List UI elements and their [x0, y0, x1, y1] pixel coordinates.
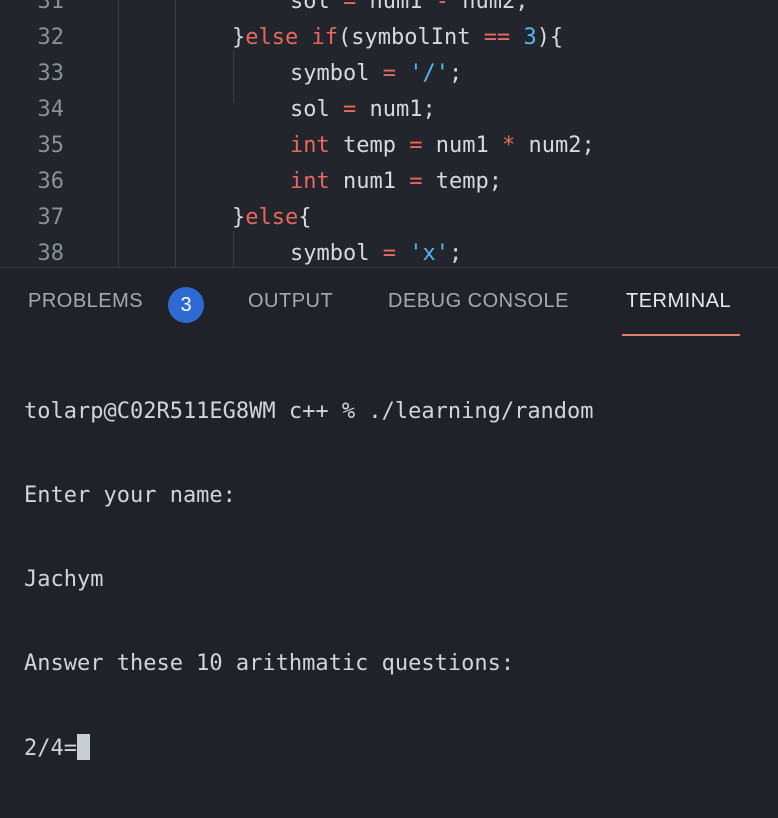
code-token: sol — [290, 97, 343, 122]
terminal-line: Answer these 10 arithmatic questions: — [24, 651, 515, 676]
code-token: num1 — [329, 169, 410, 194]
code-token: == — [483, 25, 511, 50]
code-token: } — [232, 25, 246, 50]
code-text: }else{ — [232, 200, 311, 236]
code-token: sol — [290, 0, 330, 14]
code-token: = — [382, 61, 396, 86]
tab-terminal[interactable]: TERMINAL — [626, 290, 731, 313]
terminal-input-text: 2/4= — [24, 736, 77, 761]
terminal-line: Enter your name: — [24, 483, 236, 508]
terminal-line: tolarp@C02R511EG8WM c++ % ./learning/ran… — [24, 399, 594, 424]
code-token: if — [311, 25, 338, 50]
code-token: 3 — [523, 25, 537, 50]
code-line[interactable]: 38 symbol = 'x'; — [0, 236, 778, 267]
code-text: int temp = num1 * num2; — [290, 128, 595, 164]
code-token: = — [409, 169, 423, 194]
code-token: ; — [448, 241, 463, 266]
code-line[interactable]: 34 sol = num1; — [0, 92, 778, 128]
terminal-output[interactable]: tolarp@C02R511EG8WM c++ % ./learning/ran… — [24, 342, 764, 818]
code-token: num2; — [515, 133, 595, 158]
code-token: num2; — [448, 0, 529, 14]
terminal-line: Jachym — [24, 567, 104, 592]
line-number: 37 — [37, 205, 65, 230]
code-token: int — [290, 169, 330, 194]
code-token: * — [501, 133, 516, 158]
code-token: symbol — [290, 241, 383, 266]
line-number: 36 — [37, 169, 65, 194]
code-token: symbol — [290, 61, 383, 86]
code-token: } — [232, 205, 246, 230]
code-token: = — [343, 0, 357, 14]
bottom-panel: PROBLEMS 3 OUTPUT DEBUG CONSOLE TERMINAL… — [0, 267, 778, 761]
code-text: }else if(symbolInt == 3){ — [232, 20, 563, 56]
line-number: 38 — [37, 241, 65, 266]
code-token: int — [290, 133, 330, 158]
code-token: ; — [448, 61, 463, 86]
code-text: int num1 = temp; — [290, 164, 502, 200]
tab-problems[interactable]: PROBLEMS — [28, 290, 143, 313]
code-token: - — [435, 0, 449, 14]
code-editor[interactable]: 31 sol = num1 - num2; 32}else if(symbolInt… — [0, 0, 778, 267]
code-token: (symbolInt — [337, 25, 484, 50]
line-number: 31 — [37, 0, 65, 14]
tab-output[interactable]: OUTPUT — [248, 290, 333, 313]
code-line[interactable]: 37}else{ — [0, 200, 778, 236]
code-line[interactable]: 36 int num1 = temp; — [0, 164, 778, 200]
code-line[interactable]: 31 sol = num1 - num2; — [0, 0, 778, 20]
code-text: symbol = '/'; — [290, 56, 462, 92]
code-token: 'x' — [409, 241, 449, 266]
panel-tabs: PROBLEMS 3 OUTPUT DEBUG CONSOLE TERMINAL — [0, 268, 778, 338]
code-line[interactable]: 35 int temp = num1 * num2; — [0, 128, 778, 164]
terminal-input-line[interactable]: 2/4= — [24, 734, 764, 762]
code-token: ){ — [536, 25, 564, 50]
code-token: temp — [329, 133, 410, 158]
code-token: '/' — [409, 61, 449, 86]
code-line[interactable]: 32}else if(symbolInt == 3){ — [0, 20, 778, 56]
active-tab-indicator — [622, 334, 740, 336]
code-text: symbol = 'x'; — [290, 236, 462, 267]
problems-count-badge: 3 — [168, 287, 204, 323]
line-number: 32 — [37, 25, 65, 50]
code-token: temp; — [422, 169, 502, 194]
code-token: { — [298, 205, 312, 230]
tab-debug-console[interactable]: DEBUG CONSOLE — [388, 290, 569, 313]
code-text: sol = num1 - num2; — [290, 0, 528, 20]
code-token: = — [382, 241, 396, 266]
line-number: 33 — [37, 61, 65, 86]
code-token: else — [245, 25, 299, 50]
line-number: 34 — [37, 97, 65, 122]
code-text: sol = num1; — [290, 92, 436, 128]
terminal-cursor — [76, 734, 90, 760]
code-token: else — [245, 205, 299, 230]
code-line[interactable]: 33 symbol = '/'; — [0, 56, 778, 92]
code-token: num1 — [422, 133, 502, 158]
line-number: 35 — [37, 133, 65, 158]
code-token: num1; — [356, 97, 436, 122]
code-token: num1 — [356, 0, 436, 14]
code-token: = — [409, 133, 423, 158]
code-token: = — [342, 97, 357, 122]
